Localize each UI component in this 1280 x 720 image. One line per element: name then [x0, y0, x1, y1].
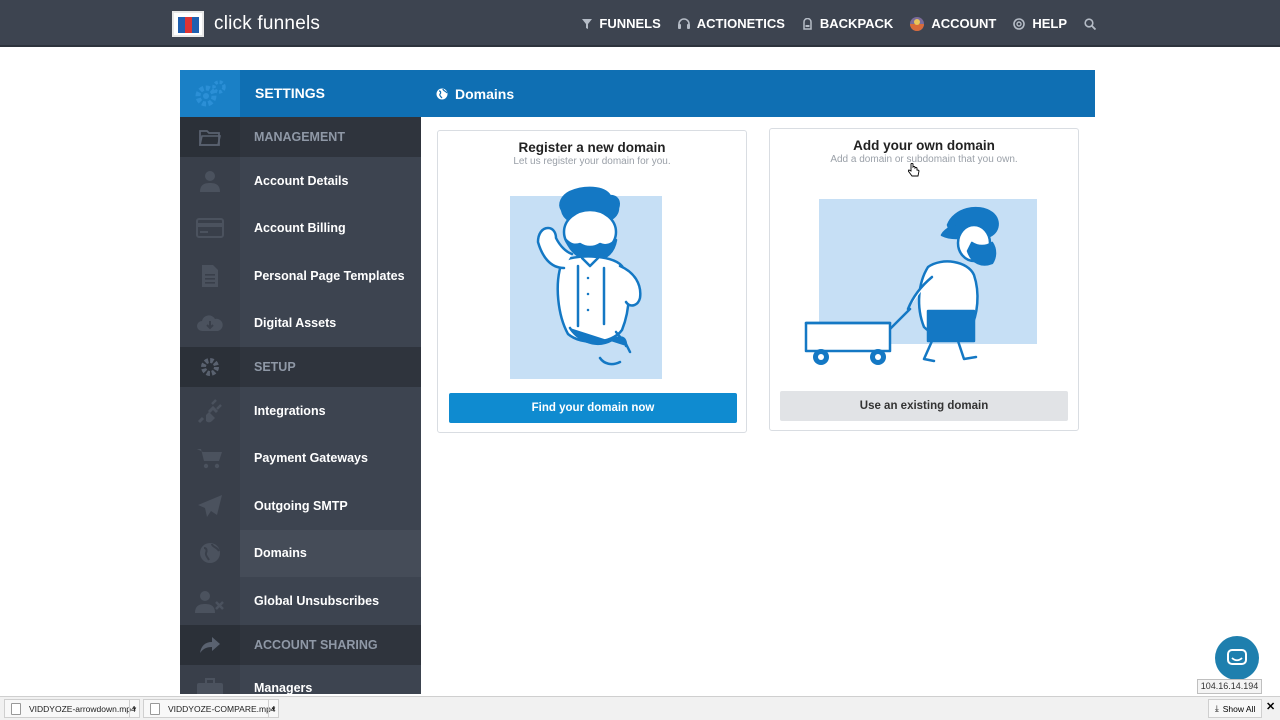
- sidebar-section-setup: SETUP: [180, 347, 421, 387]
- domains-content: Register a new domain Let us register yo…: [421, 117, 1095, 694]
- plug-icon: [197, 398, 222, 423]
- download-icon: ⤓: [1215, 703, 1219, 713]
- briefcase-icon: [197, 678, 223, 694]
- sidebar-section-management: MANAGEMENT: [180, 117, 421, 157]
- download-filename: VIDDYOZE-arrowdown.mp4: [29, 703, 136, 714]
- sidebar-item-label: Managers: [254, 681, 313, 694]
- sidebar-item-integrations[interactable]: Integrations: [180, 387, 421, 435]
- sidebar-item-digital-assets[interactable]: Digital Assets: [180, 299, 421, 347]
- find-domain-button[interactable]: Find your domain now: [449, 393, 737, 423]
- sidebar-item-label: Integrations: [254, 403, 326, 418]
- mascot-wagon-drawing: [804, 206, 999, 365]
- sidebar-item-global-unsubscribes[interactable]: Global Unsubscribes: [180, 577, 421, 625]
- cloud-download-icon: [197, 315, 223, 332]
- globe-icon: [200, 543, 220, 564]
- nav-funnels-label: FUNNELS: [599, 16, 661, 31]
- sidebar-item-account-billing[interactable]: Account Billing: [180, 204, 421, 252]
- top-navbar: click funnels FUNNELS ACTIONETICS BACKPA…: [0, 0, 1280, 47]
- hand-cursor-icon: [908, 163, 920, 177]
- chat-icon: [1227, 649, 1247, 665]
- logo-mark-icon: [172, 11, 204, 37]
- download-item[interactable]: VIDDYOZE-COMPARE.mp4 ▾: [143, 699, 279, 718]
- show-all-downloads-button[interactable]: ⤓ Show All: [1208, 699, 1263, 718]
- register-domain-card: Register a new domain Let us register yo…: [437, 130, 747, 433]
- settings-header: SETTINGS Domains: [180, 70, 1095, 117]
- sidebar-item-label: Global Unsubscribes: [254, 593, 380, 608]
- search-icon[interactable]: [1084, 17, 1096, 30]
- sidebar-item-outgoing-smtp[interactable]: Outgoing SMTP: [180, 482, 421, 530]
- use-existing-domain-button[interactable]: Use an existing domain: [780, 391, 1068, 421]
- gear-icon: [201, 358, 219, 376]
- card-title: Register a new domain: [518, 140, 666, 155]
- logo-text: click funnels: [214, 13, 321, 34]
- sidebar-item-label: Account Billing: [254, 221, 346, 236]
- headset-icon: [677, 18, 690, 29]
- sidebar-item-label: Personal Page Templates: [254, 268, 405, 283]
- card-title: Add your own domain: [853, 138, 995, 153]
- nav-help[interactable]: HELP: [1013, 16, 1067, 31]
- cart-icon: [197, 449, 222, 469]
- settings-title: SETTINGS: [255, 85, 326, 101]
- nav-backpack[interactable]: BACKPACK: [802, 16, 893, 31]
- sidebar-item-managers[interactable]: Managers: [180, 664, 421, 694]
- paper-plane-icon: [198, 494, 222, 517]
- sidebar-item-payment-gateways[interactable]: Payment Gateways: [180, 434, 421, 482]
- sidebar-item-account-details[interactable]: Account Details: [180, 157, 421, 205]
- sidebar-item-label: Account Details: [254, 173, 349, 188]
- nav-help-label: HELP: [1032, 16, 1067, 31]
- show-all-label: Show All: [1222, 703, 1256, 714]
- chat-launcher-button[interactable]: [1215, 636, 1259, 680]
- file-icon: [11, 702, 21, 715]
- globe-icon: [436, 88, 448, 99]
- folder-icon: [199, 129, 221, 146]
- file-icon: [150, 702, 160, 715]
- close-icon[interactable]: ✕: [1266, 700, 1275, 713]
- download-item[interactable]: VIDDYOZE-arrowdown.mp4 ▾: [4, 699, 140, 718]
- top-nav-menu: FUNNELS ACTIONETICS BACKPACK ACCOUNT HEL…: [565, 0, 1096, 47]
- sidebar-section-label: SETUP: [254, 360, 296, 374]
- gears-icon: [180, 70, 240, 117]
- nav-funnels[interactable]: FUNNELS: [582, 16, 661, 31]
- credit-card-icon: [196, 218, 224, 239]
- funnel-icon: [582, 18, 593, 29]
- clickfunnels-logo[interactable]: click funnels: [172, 11, 320, 37]
- sidebar-item-personal-page-templates[interactable]: Personal Page Templates: [180, 252, 421, 300]
- sidebar-item-label: Outgoing SMTP: [254, 498, 348, 513]
- sidebar-item-label: Domains: [254, 546, 307, 561]
- sidebar-item-domains[interactable]: Domains: [180, 529, 421, 577]
- avatar-icon: [910, 16, 925, 31]
- card-subtitle: Add a domain or subdomain that you own.: [830, 154, 1018, 165]
- downloads-bar: VIDDYOZE-arrowdown.mp4 ▾ VIDDYOZE-COMPAR…: [0, 696, 1280, 720]
- add-own-domain-card: Add your own domain Add a domain or subd…: [769, 128, 1079, 431]
- sidebar-section-label: MANAGEMENT: [254, 130, 345, 144]
- settings-sidebar: MANAGEMENT Account Details Account Billi…: [180, 117, 421, 694]
- backpack-icon: [802, 17, 813, 30]
- domains-heading-label: Domains: [455, 85, 515, 102]
- sidebar-item-label: Digital Assets: [254, 316, 337, 331]
- sidebar-item-label: Payment Gateways: [254, 451, 368, 466]
- nav-actionetics[interactable]: ACTIONETICS: [677, 16, 785, 31]
- status-ip-address: 104.16.14.194: [1197, 679, 1262, 694]
- sidebar-section-account-sharing: ACCOUNT SHARING: [180, 624, 421, 665]
- document-icon: [202, 264, 218, 287]
- domains-heading: Domains: [436, 70, 514, 117]
- user-remove-icon: [195, 590, 224, 613]
- chevron-down-icon[interactable]: ▾: [268, 700, 278, 717]
- nav-backpack-label: BACKPACK: [819, 16, 894, 31]
- lifebuoy-icon: [1013, 17, 1026, 30]
- user-icon: [200, 170, 220, 192]
- nav-actionetics-label: ACTIONETICS: [696, 16, 785, 31]
- card-subtitle: Let us register your domain for you.: [513, 156, 671, 167]
- download-filename: VIDDYOZE-COMPARE.mp4: [168, 703, 276, 714]
- mascot-running-illustration: [510, 186, 662, 379]
- nav-account[interactable]: ACCOUNT: [910, 16, 996, 31]
- nav-account-label: ACCOUNT: [931, 16, 997, 31]
- chevron-down-icon[interactable]: ▾: [129, 700, 139, 717]
- share-icon: [200, 636, 220, 653]
- sidebar-section-label: ACCOUNT SHARING: [254, 637, 378, 652]
